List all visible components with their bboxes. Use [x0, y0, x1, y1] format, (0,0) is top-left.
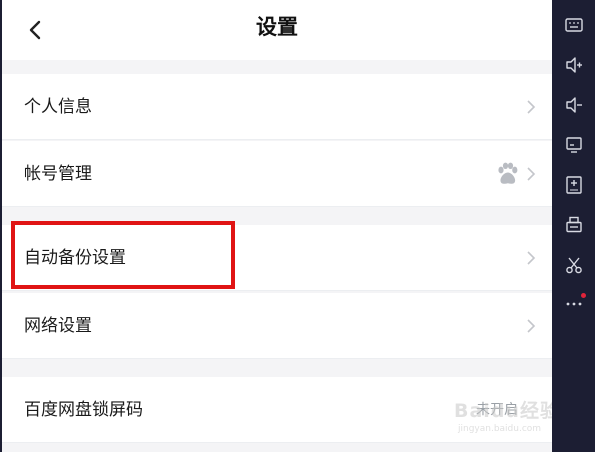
baidu-paw-icon [498, 162, 518, 184]
settings-item-label: 个人信息 [24, 97, 92, 117]
chevron-right-icon [527, 100, 536, 114]
scissors-icon[interactable] [564, 255, 584, 275]
highlight-box [11, 221, 235, 289]
baidu-jingyan-watermark: Baidu经验 jingyan.baidu.com [454, 392, 552, 442]
settings-item-label: 百度网盘锁屏码 [24, 400, 143, 420]
volume-up-icon[interactable] [564, 55, 584, 75]
notification-dot [581, 293, 586, 298]
screen-icon[interactable] [564, 135, 584, 155]
settings-item-personal-info[interactable]: 个人信息 [2, 74, 552, 140]
watermark-subtext: jingyan.baidu.com [458, 424, 542, 434]
settings-item-account-management[interactable]: 帐号管理 [2, 141, 552, 207]
emulator-sidebar [553, 0, 595, 452]
settings-screen: 设置 个人信息 帐号管理 自动备份设置 网络设置 百度网盘锁屏码 未开启 Bai… [2, 0, 552, 452]
install-apk-icon[interactable] [564, 175, 584, 195]
print-icon[interactable] [564, 215, 584, 235]
watermark-text: Baidu经验 [454, 400, 552, 422]
keyboard-icon[interactable] [564, 15, 584, 35]
chevron-right-icon [527, 251, 536, 265]
page-title: 设置 [256, 15, 298, 39]
chevron-right-icon [527, 167, 536, 181]
volume-down-icon[interactable] [564, 95, 584, 115]
chevron-right-icon [527, 319, 536, 333]
settings-item-label: 网络设置 [24, 316, 92, 336]
settings-item-label: 帐号管理 [24, 164, 92, 184]
header-bar: 设置 [2, 0, 552, 60]
settings-item-network[interactable]: 网络设置 [2, 293, 552, 359]
